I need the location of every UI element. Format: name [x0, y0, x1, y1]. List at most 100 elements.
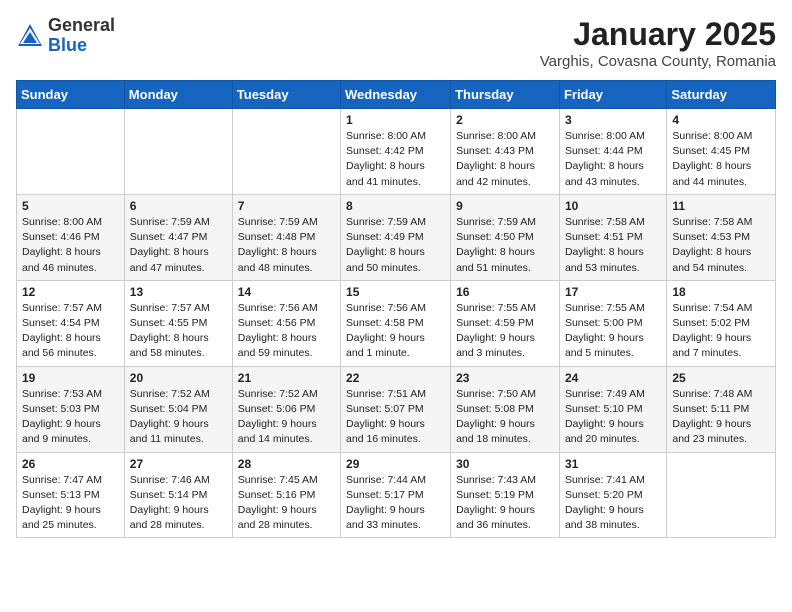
calendar-cell: 15 Sunrise: 7:56 AM Sunset: 4:58 PM Dayli… [341, 280, 451, 366]
day-info: Sunrise: 7:56 AM Sunset: 4:58 PM Dayligh… [346, 301, 445, 362]
day-number: 14 [238, 285, 335, 299]
day-number: 19 [22, 371, 119, 385]
calendar-cell: 20 Sunrise: 7:52 AM Sunset: 5:04 PM Dayli… [124, 366, 232, 452]
weekday-header: Sunday [17, 81, 125, 109]
calendar-week-row: 12 Sunrise: 7:57 AM Sunset: 4:54 PM Dayli… [17, 280, 776, 366]
weekday-header: Wednesday [341, 81, 451, 109]
calendar-cell: 13 Sunrise: 7:57 AM Sunset: 4:55 PM Dayli… [124, 280, 232, 366]
day-number: 10 [565, 199, 661, 213]
calendar-cell: 10Sunrise: 7:58 AM Sunset: 4:51 PM Dayli… [559, 194, 666, 280]
calendar-cell: 23Sunrise: 7:50 AM Sunset: 5:08 PM Dayli… [451, 366, 560, 452]
calendar-cell: 22Sunrise: 7:51 AM Sunset: 5:07 PM Dayli… [341, 366, 451, 452]
day-info: Sunrise: 7:52 AM Sunset: 5:04 PM Dayligh… [130, 387, 227, 448]
day-number: 17 [565, 285, 661, 299]
day-number: 30 [456, 457, 554, 471]
day-info: Sunrise: 7:49 AM Sunset: 5:10 PM Dayligh… [565, 387, 661, 448]
weekday-header: Saturday [667, 81, 776, 109]
day-info: Sunrise: 7:41 AM Sunset: 5:20 PM Dayligh… [565, 473, 661, 534]
calendar-cell: 16 Sunrise: 7:55 AM Sunset: 4:59 PM Dayli… [451, 280, 560, 366]
calendar-week-row: 5 Sunrise: 8:00 AM Sunset: 4:46 PM Daylig… [17, 194, 776, 280]
day-number: 3 [565, 113, 661, 127]
day-number: 9 [456, 199, 554, 213]
weekday-header: Thursday [451, 81, 560, 109]
day-number: 2 [456, 113, 554, 127]
day-number: 25 [672, 371, 770, 385]
weekday-header: Monday [124, 81, 232, 109]
day-info: Sunrise: 7:56 AM Sunset: 4:56 PM Dayligh… [238, 301, 335, 362]
day-number: 15 [346, 285, 445, 299]
calendar-cell: 26Sunrise: 7:47 AM Sunset: 5:13 PM Dayli… [17, 452, 125, 538]
logo-icon [16, 22, 44, 50]
location: Varghis, Covasna County, Romania [540, 53, 776, 70]
calendar-week-row: 19 Sunrise: 7:53 AM Sunset: 5:03 PM Dayli… [17, 366, 776, 452]
day-number: 20 [130, 371, 227, 385]
calendar-cell: 6Sunrise: 7:59 AM Sunset: 4:47 PM Daylig… [124, 194, 232, 280]
calendar-cell: 14 Sunrise: 7:56 AM Sunset: 4:56 PM Dayli… [232, 280, 340, 366]
day-number: 24 [565, 371, 661, 385]
day-number: 5 [22, 199, 119, 213]
weekday-header: Friday [559, 81, 666, 109]
day-info: Sunrise: 8:00 AM Sunset: 4:46 PM Dayligh… [22, 215, 119, 276]
calendar-cell: 8Sunrise: 7:59 AM Sunset: 4:49 PM Daylig… [341, 194, 451, 280]
day-info: Sunrise: 7:57 AM Sunset: 4:55 PM Dayligh… [130, 301, 227, 362]
day-info: Sunrise: 8:00 AM Sunset: 4:43 PM Dayligh… [456, 129, 554, 190]
calendar-cell [124, 109, 232, 195]
logo: General Blue [16, 16, 115, 56]
day-number: 23 [456, 371, 554, 385]
calendar-cell: 18 Sunrise: 7:54 AM Sunset: 5:02 PM Dayli… [667, 280, 776, 366]
title-block: January 2025 Varghis, Covasna County, Ro… [540, 16, 776, 70]
day-info: Sunrise: 7:48 AM Sunset: 5:11 PM Dayligh… [672, 387, 770, 448]
day-info: Sunrise: 7:58 AM Sunset: 4:53 PM Dayligh… [672, 215, 770, 276]
calendar-cell: 19 Sunrise: 7:53 AM Sunset: 5:03 PM Dayli… [17, 366, 125, 452]
day-number: 12 [22, 285, 119, 299]
calendar-cell: 17Sunrise: 7:55 AM Sunset: 5:00 PM Dayli… [559, 280, 666, 366]
calendar-cell: 31 Sunrise: 7:41 AM Sunset: 5:20 PM Dayli… [559, 452, 666, 538]
calendar-cell: 21 Sunrise: 7:52 AM Sunset: 5:06 PM Dayli… [232, 366, 340, 452]
day-number: 4 [672, 113, 770, 127]
day-info: Sunrise: 8:00 AM Sunset: 4:44 PM Dayligh… [565, 129, 661, 190]
day-info: Sunrise: 7:57 AM Sunset: 4:54 PM Dayligh… [22, 301, 119, 362]
day-info: Sunrise: 7:59 AM Sunset: 4:47 PM Dayligh… [130, 215, 227, 276]
day-number: 1 [346, 113, 445, 127]
day-info: Sunrise: 8:00 AM Sunset: 4:42 PM Dayligh… [346, 129, 445, 190]
calendar-cell: 7 Sunrise: 7:59 AM Sunset: 4:48 PM Daylig… [232, 194, 340, 280]
day-info: Sunrise: 8:00 AM Sunset: 4:45 PM Dayligh… [672, 129, 770, 190]
day-info: Sunrise: 7:53 AM Sunset: 5:03 PM Dayligh… [22, 387, 119, 448]
day-number: 13 [130, 285, 227, 299]
weekday-header: Tuesday [232, 81, 340, 109]
day-info: Sunrise: 7:59 AM Sunset: 4:48 PM Dayligh… [238, 215, 335, 276]
day-number: 16 [456, 285, 554, 299]
day-number: 28 [238, 457, 335, 471]
calendar-cell: 3 Sunrise: 8:00 AM Sunset: 4:44 PM Daylig… [559, 109, 666, 195]
calendar-cell [17, 109, 125, 195]
calendar-cell: 27 Sunrise: 7:46 AM Sunset: 5:14 PM Dayli… [124, 452, 232, 538]
logo-general-text: General [48, 16, 115, 36]
calendar-cell: 4 Sunrise: 8:00 AM Sunset: 4:45 PM Daylig… [667, 109, 776, 195]
day-info: Sunrise: 7:44 AM Sunset: 5:17 PM Dayligh… [346, 473, 445, 534]
day-info: Sunrise: 7:52 AM Sunset: 5:06 PM Dayligh… [238, 387, 335, 448]
day-number: 27 [130, 457, 227, 471]
calendar-cell: 5 Sunrise: 8:00 AM Sunset: 4:46 PM Daylig… [17, 194, 125, 280]
page-header: General Blue January 2025 Varghis, Covas… [16, 16, 776, 70]
day-info: Sunrise: 7:43 AM Sunset: 5:19 PM Dayligh… [456, 473, 554, 534]
calendar-cell: 9Sunrise: 7:59 AM Sunset: 4:50 PM Daylig… [451, 194, 560, 280]
calendar-week-row: 1 Sunrise: 8:00 AM Sunset: 4:42 PM Daylig… [17, 109, 776, 195]
day-number: 11 [672, 199, 770, 213]
calendar-cell: 30 Sunrise: 7:43 AM Sunset: 5:19 PM Dayli… [451, 452, 560, 538]
day-number: 29 [346, 457, 445, 471]
day-info: Sunrise: 7:54 AM Sunset: 5:02 PM Dayligh… [672, 301, 770, 362]
calendar-cell: 29 Sunrise: 7:44 AM Sunset: 5:17 PM Dayli… [341, 452, 451, 538]
calendar-cell: 28Sunrise: 7:45 AM Sunset: 5:16 PM Dayli… [232, 452, 340, 538]
day-info: Sunrise: 7:55 AM Sunset: 4:59 PM Dayligh… [456, 301, 554, 362]
weekday-header-row: SundayMondayTuesdayWednesdayThursdayFrid… [17, 81, 776, 109]
calendar-cell: 12 Sunrise: 7:57 AM Sunset: 4:54 PM Dayli… [17, 280, 125, 366]
day-number: 18 [672, 285, 770, 299]
calendar-week-row: 26Sunrise: 7:47 AM Sunset: 5:13 PM Dayli… [17, 452, 776, 538]
day-info: Sunrise: 7:46 AM Sunset: 5:14 PM Dayligh… [130, 473, 227, 534]
day-number: 21 [238, 371, 335, 385]
day-number: 8 [346, 199, 445, 213]
logo-blue-text: Blue [48, 36, 115, 56]
day-number: 31 [565, 457, 661, 471]
calendar-cell: 1 Sunrise: 8:00 AM Sunset: 4:42 PM Daylig… [341, 109, 451, 195]
day-number: 7 [238, 199, 335, 213]
